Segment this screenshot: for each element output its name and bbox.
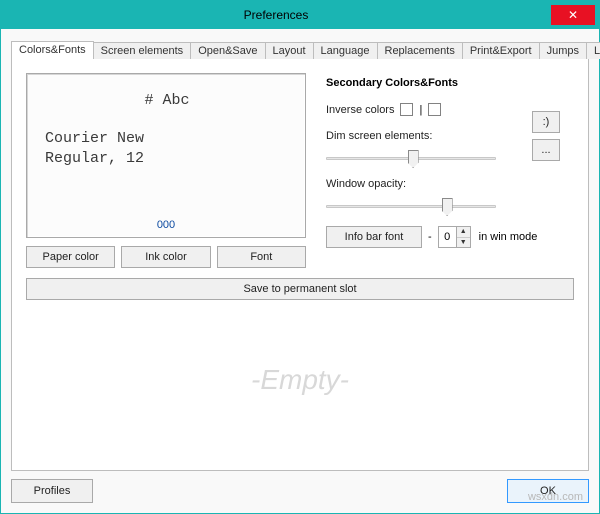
spinner-up[interactable]: ▲ [457,227,470,238]
tab-print-export[interactable]: Print&Export [462,42,540,59]
info-bar-row: Info bar font - ▲ ▼ in win mode [326,226,574,248]
profiles-button[interactable]: Profiles [11,479,93,503]
opacity-slider-track [326,205,496,208]
secondary-title: Secondary Colors&Fonts [326,77,574,89]
color-font-buttons: Paper color Ink color Font [26,246,306,268]
dim-slider-thumb[interactable] [408,150,419,168]
tab-overflow[interactable]: Lo [586,42,600,59]
mode-text: in win mode [475,231,538,243]
paper-color-button[interactable]: Paper color [26,246,115,268]
opacity-label: Window opacity: [326,178,406,190]
ink-color-button[interactable]: Ink color [121,246,210,268]
preferences-window: Preferences ✕ Colors&Fonts Screen elemen… [0,0,600,514]
window-title: Preferences [1,8,551,22]
spinner-down[interactable]: ▼ [457,238,470,248]
preview-font-style: Regular, 12 [45,149,289,169]
font-preview: # Abc Courier New Regular, 12 000 [26,73,306,238]
preview-sample-heading: # Abc [45,92,289,109]
font-button[interactable]: Font [217,246,306,268]
smiley-button[interactable]: :) [532,111,560,133]
tab-colors-fonts[interactable]: Colors&Fonts [11,41,94,59]
close-button[interactable]: ✕ [551,5,595,25]
right-column: Secondary Colors&Fonts Inverse colors | … [326,73,574,268]
inverse-colors-checkbox-2[interactable] [428,103,441,116]
tab-screen-elements[interactable]: Screen elements [93,42,192,59]
tab-panel-colors-fonts: # Abc Courier New Regular, 12 000 Paper … [11,58,589,471]
pipe-separator: | [419,104,422,116]
footer: Profiles OK [11,479,589,503]
close-icon: ✕ [568,9,578,21]
inverse-colors-label: Inverse colors [326,104,394,116]
dim-slider[interactable] [326,148,496,170]
preview-font-name: Courier New [45,129,289,149]
ellipsis-button[interactable]: ... [532,139,560,161]
client-area: Colors&Fonts Screen elements Open&Save L… [1,29,599,513]
tab-jumps[interactable]: Jumps [539,42,587,59]
left-column: # Abc Courier New Regular, 12 000 Paper … [26,73,306,268]
spinner-input[interactable] [438,226,456,248]
titlebar: Preferences ✕ [1,1,599,29]
empty-slot-area: -Empty- [26,300,574,460]
tab-replacements[interactable]: Replacements [377,42,463,59]
ok-button[interactable]: OK [507,479,589,503]
opacity-slider-thumb[interactable] [442,198,453,216]
inverse-colors-checkbox-1[interactable] [400,103,413,116]
tabstrip: Colors&Fonts Screen elements Open&Save L… [11,37,589,59]
tab-language[interactable]: Language [313,42,378,59]
save-permanent-slot-button[interactable]: Save to permanent slot [26,278,574,300]
empty-text: -Empty- [251,364,349,396]
preview-counter: 000 [27,219,305,231]
info-bar-font-button[interactable]: Info bar font [326,226,422,248]
dim-label: Dim screen elements: [326,130,432,142]
opacity-slider[interactable] [326,196,496,218]
tab-layout[interactable]: Layout [265,42,314,59]
dash-separator: - [426,231,434,243]
tab-open-save[interactable]: Open&Save [190,42,265,59]
opacity-spinner[interactable]: ▲ ▼ [438,226,471,248]
